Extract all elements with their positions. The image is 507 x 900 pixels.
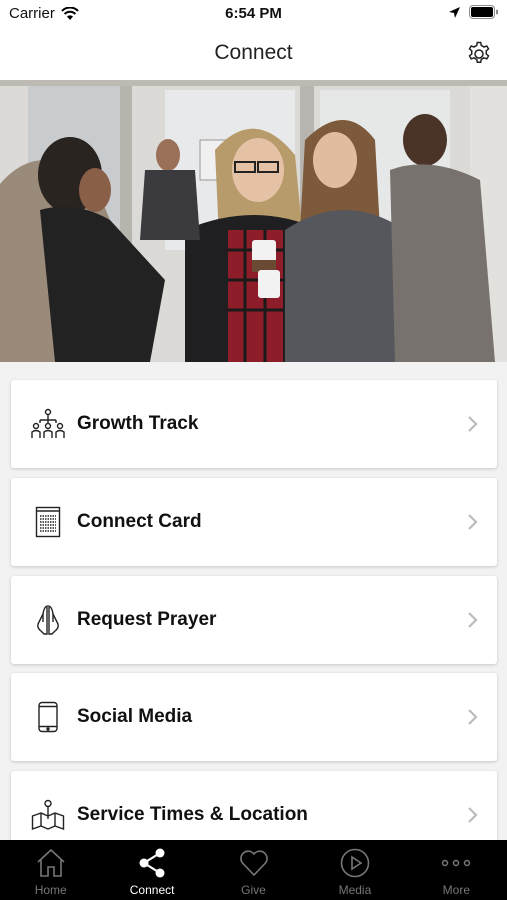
- request-prayer-item[interactable]: Request Prayer: [11, 576, 497, 664]
- tab-media-label: Media: [338, 883, 372, 897]
- praying-hands-icon: [30, 602, 66, 638]
- map-pin-icon: [30, 797, 66, 833]
- people-network-icon: [30, 406, 66, 442]
- document-icon: [30, 504, 66, 540]
- chevron-right-icon: [468, 416, 478, 432]
- tab-connect-label: Connect: [129, 883, 175, 897]
- tab-media[interactable]: Media: [304, 840, 405, 900]
- growth-track-item[interactable]: Growth Track: [11, 380, 497, 468]
- tab-connect[interactable]: Connect: [101, 840, 202, 900]
- chevron-right-icon: [468, 709, 478, 725]
- battery-icon: [469, 5, 498, 19]
- connect-card-label: Connect Card: [77, 511, 202, 532]
- connect-menu-list: Growth Track Connect Card Request Prayer: [0, 362, 507, 840]
- status-time: 6:54 PM: [225, 5, 282, 22]
- share-icon: [139, 848, 165, 878]
- hero-photo: [0, 80, 507, 362]
- chevron-right-icon: [468, 807, 478, 823]
- status-right: [448, 5, 499, 19]
- tab-give-label: Give: [241, 883, 266, 897]
- gear-icon[interactable]: [465, 40, 493, 68]
- chevron-right-icon: [468, 514, 478, 530]
- growth-track-label: Growth Track: [77, 413, 199, 434]
- tab-bar: Home Connect Give Media More: [0, 840, 507, 900]
- chevron-right-icon: [468, 612, 478, 628]
- tab-more[interactable]: More: [406, 840, 507, 900]
- navigation-bar: Connect: [0, 28, 507, 80]
- tab-give[interactable]: Give: [203, 840, 304, 900]
- play-icon: [340, 848, 370, 878]
- home-icon: [37, 848, 65, 877]
- tab-home[interactable]: Home: [0, 840, 101, 900]
- tab-more-label: More: [442, 883, 470, 897]
- heart-icon: [239, 850, 268, 877]
- tab-home-label: Home: [34, 883, 67, 897]
- social-media-label: Social Media: [77, 706, 193, 727]
- connect-card-item[interactable]: Connect Card: [11, 478, 497, 566]
- location-arrow-icon: [449, 6, 460, 18]
- page-title: Connect: [214, 41, 293, 64]
- service-times-location-label: Service Times & Location: [77, 804, 308, 825]
- service-times-location-item[interactable]: Service Times & Location: [11, 771, 497, 840]
- request-prayer-label: Request Prayer: [77, 609, 217, 630]
- phone-icon: [30, 699, 66, 735]
- status-bar: Carrier 6:54 PM: [0, 0, 507, 28]
- more-dots-icon: [442, 859, 471, 867]
- social-media-item[interactable]: Social Media: [11, 673, 497, 761]
